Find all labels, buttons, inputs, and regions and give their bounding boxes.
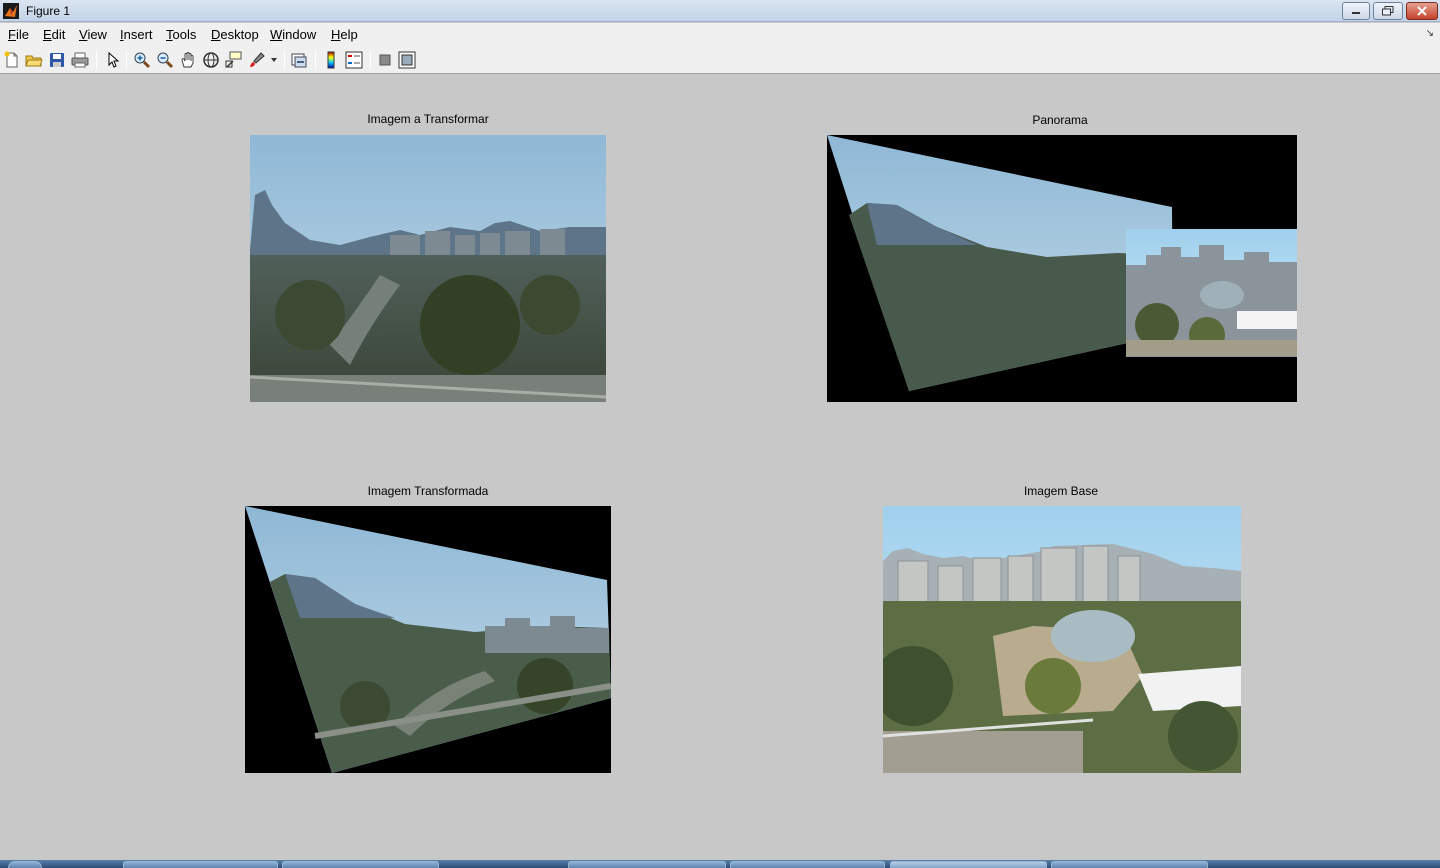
figure-canvas: Imagem a Transformar Panorama Imagem Tra…: [0, 75, 1440, 860]
data-cursor-icon[interactable]: [225, 51, 243, 69]
toolbar-separator: [126, 51, 127, 69]
link-plot-icon[interactable]: [290, 51, 308, 69]
photo-panorama: [827, 135, 1297, 402]
window-title: Figure 1: [26, 4, 71, 18]
zoom-out-icon[interactable]: [156, 51, 174, 69]
brush-icon[interactable]: [248, 51, 266, 69]
menu-insert[interactable]: Insert: [120, 27, 153, 42]
taskbar-button[interactable]: [123, 861, 278, 868]
show-plot-tools-icon[interactable]: [398, 51, 416, 69]
transformed-image[interactable]: [245, 506, 611, 773]
colorbar-icon[interactable]: [322, 51, 340, 69]
axes-title-imagem-a-transformar: Imagem a Transformar: [367, 112, 489, 126]
menu-view[interactable]: View: [79, 27, 107, 42]
zoom-in-icon[interactable]: [133, 51, 151, 69]
close-button[interactable]: [1406, 2, 1438, 20]
menu-edit[interactable]: Edit: [43, 27, 65, 42]
menu-dock-arrow-icon[interactable]: ↘: [1426, 28, 1434, 39]
pan-icon[interactable]: [179, 51, 197, 69]
image-to-transform[interactable]: [250, 135, 606, 402]
rotate-3d-icon[interactable]: [202, 51, 220, 69]
axes-title-panorama: Panorama: [1032, 113, 1088, 127]
toolbar-separator: [370, 51, 371, 69]
axes-title-imagem-base: Imagem Base: [1023, 484, 1099, 498]
panorama-image[interactable]: [827, 135, 1297, 402]
edit-plot-icon[interactable]: [104, 51, 122, 69]
photo-image-to-transform: [250, 135, 606, 402]
menu-desktop[interactable]: Desktop: [211, 27, 259, 42]
menu-help[interactable]: Help: [331, 27, 358, 42]
menu-window[interactable]: Window: [270, 27, 316, 42]
photo-transformed-image: [245, 506, 611, 773]
toolbar-separator: [315, 51, 316, 69]
close-icon: [1417, 6, 1427, 16]
save-icon[interactable]: [48, 51, 66, 69]
matlab-logo-icon: [3, 3, 19, 19]
taskbar-button[interactable]: [282, 861, 439, 868]
title-bar: Figure 1: [0, 0, 1440, 22]
legend-icon[interactable]: [345, 51, 363, 69]
print-icon[interactable]: [71, 51, 89, 69]
taskbar-button[interactable]: [568, 861, 726, 868]
taskbar-button[interactable]: [730, 861, 885, 868]
photo-base-image: [883, 506, 1241, 773]
brush-dropdown-icon[interactable]: [270, 57, 278, 63]
restore-button[interactable]: [1373, 2, 1403, 20]
hide-plot-tools-icon[interactable]: [376, 51, 394, 69]
toolbar-separator: [96, 51, 97, 69]
minimize-button[interactable]: [1342, 2, 1370, 20]
restore-icon: [1382, 6, 1394, 16]
minimize-icon: [1352, 12, 1360, 14]
menu-bar: File Edit View Insert Tools Desktop Wind…: [0, 23, 1440, 46]
axes-title-imagem-transformada: Imagem Transformada: [367, 484, 489, 498]
open-file-icon[interactable]: [25, 51, 43, 69]
taskbar-button-active[interactable]: [890, 861, 1047, 868]
menu-tools[interactable]: Tools: [166, 27, 196, 42]
toolbar-separator: [284, 51, 285, 69]
new-figure-icon[interactable]: [3, 51, 21, 69]
menu-file[interactable]: File: [8, 27, 29, 42]
toolbar: [0, 46, 1440, 74]
start-button[interactable]: [8, 861, 42, 868]
os-taskbar: [0, 860, 1440, 868]
taskbar-button[interactable]: [1051, 861, 1208, 868]
base-image[interactable]: [883, 506, 1241, 773]
